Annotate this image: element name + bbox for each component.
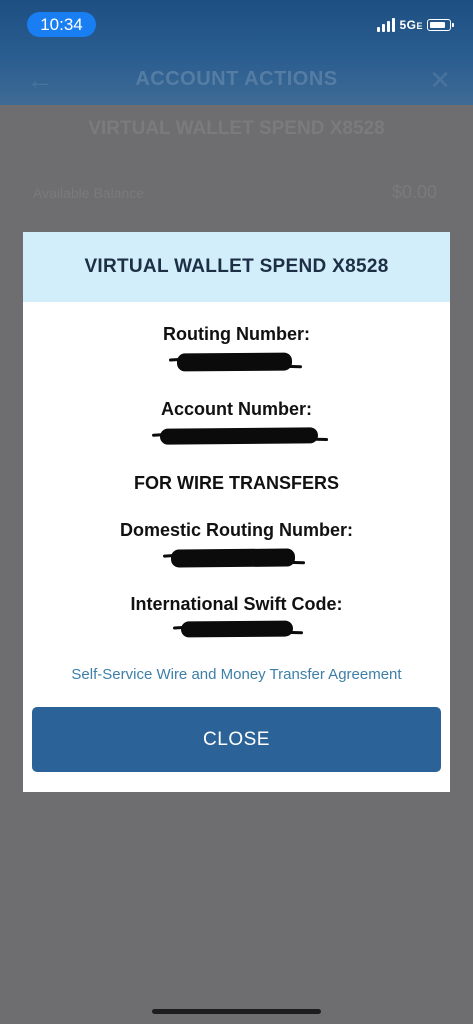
balance-value: $0.00: [391, 182, 437, 202]
close-icon[interactable]: ✕: [429, 66, 451, 94]
domestic-routing-label: Domestic Routing Number:: [119, 520, 353, 540]
swift-code-redacted: [180, 620, 294, 638]
background-account-name: VIRTUAL WALLET SPEND X8528: [88, 118, 385, 139]
modal-header: VIRTUAL WALLET SPEND X8528: [23, 232, 450, 302]
home-indicator[interactable]: [152, 1009, 321, 1014]
balance-label: Available Balance: [33, 185, 145, 201]
routing-number-redacted: [176, 352, 293, 372]
status-time: 10:34: [27, 12, 96, 37]
network-label: 5GE: [399, 18, 423, 32]
modal-title: VIRTUAL WALLET SPEND X8528: [84, 256, 389, 277]
account-details-modal: VIRTUAL WALLET SPEND X8528 Routing Numbe…: [23, 232, 450, 792]
account-number-label: Account Number:: [160, 399, 312, 419]
status-icons: 5GE: [377, 18, 454, 32]
signal-icon: [377, 18, 396, 32]
swift-code-label: International Swift Code:: [130, 594, 343, 614]
routing-number-label: Routing Number:: [163, 324, 310, 344]
account-number-redacted: [159, 427, 319, 445]
wire-transfers-heading: FOR WIRE TRANSFERS: [134, 473, 339, 493]
transfer-agreement-link[interactable]: Self-Service Wire and Money Transfer Agr…: [23, 666, 450, 683]
battery-icon: [427, 19, 454, 31]
app-header: 10:34 5GE ← ACCOUNT ACTIONS ✕: [0, 0, 473, 105]
domestic-routing-redacted: [170, 548, 296, 568]
close-button[interactable]: CLOSE: [32, 707, 441, 772]
nav-title: ACCOUNT ACTIONS: [135, 68, 338, 90]
background-balance-row: Available Balance $0.00: [0, 168, 473, 220]
